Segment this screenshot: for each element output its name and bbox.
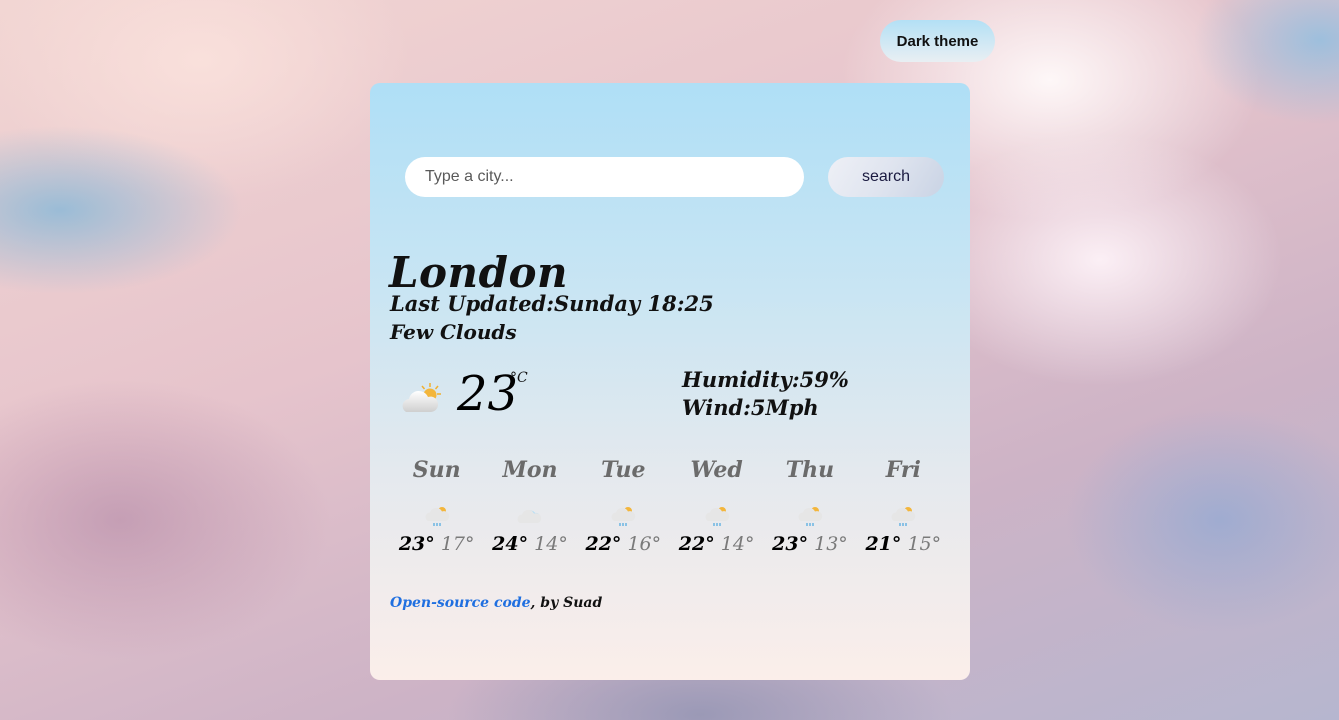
forecast-temps: 22° 14° xyxy=(670,533,763,555)
rain-sun-icon xyxy=(705,507,729,526)
weather-card: search London Last Updated:Sunday 18:25 … xyxy=(370,83,970,680)
forecast-day-name: Wed xyxy=(690,457,743,483)
forecast-day-name: Fri xyxy=(885,457,921,483)
forecast-day: Wed 22° 14° xyxy=(670,457,763,555)
forecast-day: Mon 24° 14° xyxy=(483,457,576,555)
forecast-min-temp: 14° xyxy=(534,533,568,555)
cloud-icon xyxy=(517,509,542,523)
rain-sun-icon xyxy=(611,507,636,526)
forecast-temps: 23° 17° xyxy=(390,533,483,555)
forecast-temps: 22° 16° xyxy=(577,533,670,555)
forecast-min-temp: 16° xyxy=(627,533,662,555)
temperature-unit: °C xyxy=(510,370,528,386)
forecast-temps: 21° 15° xyxy=(857,533,950,555)
search-button[interactable]: search xyxy=(828,157,944,197)
forecast-row: Sun 23° 17° Mon 24° 14° Tue 22° 16° Wed … xyxy=(390,457,950,555)
forecast-day: Tue 22° 16° xyxy=(577,457,670,555)
forecast-max-temp: 23° xyxy=(772,533,809,555)
forecast-day-name: Sun xyxy=(412,457,461,483)
forecast-temps: 23° 13° xyxy=(763,533,856,555)
few-clouds-icon xyxy=(402,383,441,412)
rain-sun-icon xyxy=(798,507,823,526)
humidity: Humidity:59% xyxy=(682,367,849,392)
weather-description: Few Clouds xyxy=(390,320,517,344)
city-search-input[interactable] xyxy=(405,157,804,197)
forecast-day: Thu 23° 13° xyxy=(763,457,856,555)
author-credit: , by Suad xyxy=(530,595,603,611)
dark-theme-toggle-button[interactable]: Dark theme xyxy=(880,20,995,62)
weather-details: Humidity:59% Wind:5Mph xyxy=(682,366,849,422)
forecast-max-temp: 22° xyxy=(585,533,622,555)
forecast-day-name: Tue xyxy=(601,457,646,483)
forecast-max-temp: 24° xyxy=(492,533,529,555)
forecast-temps: 24° 14° xyxy=(483,533,576,555)
forecast-max-temp: 23° xyxy=(398,533,435,555)
forecast-max-temp: 22° xyxy=(678,533,715,555)
current-temperature: 23 xyxy=(457,366,519,422)
rain-sun-icon xyxy=(891,507,916,526)
forecast-min-temp: 17° xyxy=(440,533,475,555)
forecast-day: Fri 21° 15° xyxy=(857,457,950,555)
search-form: search xyxy=(405,157,945,197)
forecast-min-temp: 14° xyxy=(720,533,755,555)
last-updated: Last Updated:Sunday 18:25 xyxy=(390,291,714,316)
forecast-min-temp: 15° xyxy=(907,533,942,555)
forecast-day: Sun 23° 17° xyxy=(390,457,483,555)
forecast-day-name: Mon xyxy=(502,457,558,483)
forecast-day-name: Thu xyxy=(785,457,835,483)
footer-credit: Open-source code, by Suad xyxy=(390,595,602,611)
wind-speed: Wind:5Mph xyxy=(682,395,819,420)
rain-sun-icon xyxy=(425,507,449,526)
forecast-max-temp: 21° xyxy=(865,533,902,555)
city-name: London xyxy=(389,248,568,297)
open-source-code-link[interactable]: Open-source code xyxy=(390,595,531,611)
forecast-min-temp: 13° xyxy=(814,533,848,555)
